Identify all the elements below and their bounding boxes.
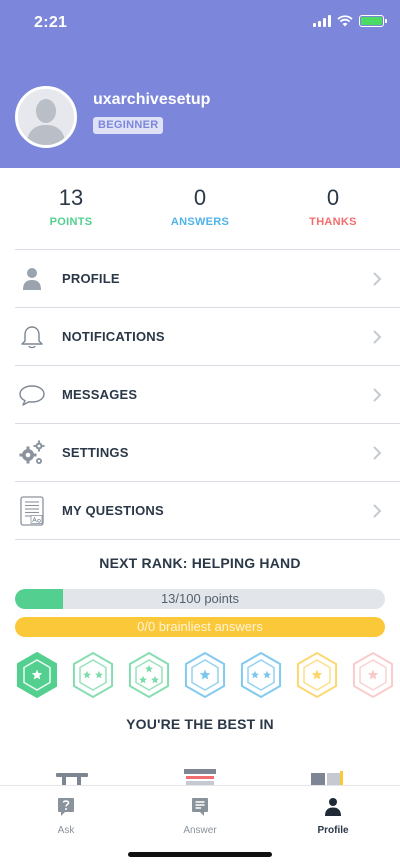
document-icon	[17, 496, 47, 526]
next-rank-title: NEXT RANK: HELPING HAND	[99, 555, 301, 571]
rank-badge-icon[interactable]	[127, 650, 171, 700]
profile-header: 2:21 uxarchivesetup BEGINNER	[0, 0, 400, 168]
tab-answer[interactable]: Answer	[155, 796, 245, 836]
chevron-right-icon	[373, 446, 382, 460]
profile-menu: PROFILE NOTIFICATIONS MESSAGES SETTINGS …	[15, 249, 400, 540]
best-in-subjects	[0, 765, 400, 787]
chevron-right-icon	[373, 388, 382, 402]
chevron-right-icon	[373, 272, 382, 286]
rank-badge: BEGINNER	[93, 117, 164, 134]
stat-answers[interactable]: 0 ANSWERS	[140, 185, 260, 228]
tab-label: Ask	[57, 825, 75, 836]
tab-label: Profile	[317, 825, 349, 836]
stat-points[interactable]: 13 POINTS	[11, 185, 131, 228]
brainliest-progress-text: 0/0 brainliest answers	[137, 619, 263, 634]
menu-item-profile[interactable]: PROFILE	[15, 249, 400, 307]
chevron-right-icon	[373, 504, 382, 518]
chevron-right-icon	[373, 330, 382, 344]
rank-badge-icon[interactable]	[351, 650, 395, 700]
stat-answers-label: ANSWERS	[170, 216, 230, 228]
gears-icon	[17, 438, 47, 468]
menu-divider	[15, 539, 400, 540]
stat-points-label: POINTS	[49, 216, 93, 228]
stat-thanks[interactable]: 0 THANKS	[273, 185, 393, 228]
answer-icon	[155, 796, 245, 818]
rank-badge-icon[interactable]	[239, 650, 283, 700]
profile-icon	[288, 796, 378, 818]
stat-points-value: 13	[58, 185, 84, 210]
tab-ask[interactable]: Ask	[21, 796, 111, 836]
stat-thanks-value: 0	[326, 185, 340, 210]
bell-icon	[17, 322, 47, 352]
username: uxarchivesetup	[93, 91, 211, 108]
signal-icon	[313, 15, 331, 27]
person-icon	[17, 264, 47, 294]
battery-icon	[359, 15, 387, 27]
menu-item-label: SETTINGS	[62, 445, 129, 460]
stats-row: 13 POINTS 0 ANSWERS 0 THANKS	[0, 185, 400, 245]
menu-item-my-questions[interactable]: MY QUESTIONS	[15, 481, 400, 539]
menu-item-label: MY QUESTIONS	[62, 503, 164, 518]
rank-badges	[15, 650, 400, 702]
menu-item-notifications[interactable]: NOTIFICATIONS	[15, 307, 400, 365]
menu-item-label: NOTIFICATIONS	[62, 329, 165, 344]
home-indicator	[128, 852, 272, 857]
brainliest-progress-bar: 0/0 brainliest answers	[15, 617, 385, 637]
speech-bubble-icon	[17, 380, 47, 410]
avatar-placeholder-icon	[18, 89, 74, 145]
tab-label: Answer	[183, 825, 217, 836]
rank-badge-icon[interactable]	[71, 650, 115, 700]
stat-answers-value: 0	[193, 185, 207, 210]
wifi-icon	[337, 15, 353, 27]
menu-item-label: MESSAGES	[62, 387, 138, 402]
menu-item-settings[interactable]: SETTINGS	[15, 423, 400, 481]
status-bar: 2:21	[0, 0, 400, 46]
best-in-title: YOU'RE THE BEST IN	[126, 716, 274, 732]
rank-badge-icon[interactable]	[295, 650, 339, 700]
status-time: 2:21	[34, 14, 68, 31]
tab-profile[interactable]: Profile	[288, 796, 378, 836]
status-icons	[313, 15, 387, 27]
avatar[interactable]	[15, 86, 77, 148]
rank-badge-icon[interactable]	[183, 650, 227, 700]
menu-item-label: PROFILE	[62, 271, 120, 286]
points-progress-text: 13/100 points	[160, 591, 240, 606]
stat-thanks-label: THANKS	[309, 216, 357, 228]
menu-item-messages[interactable]: MESSAGES	[15, 365, 400, 423]
points-progress-bar: 13/100 points	[15, 589, 385, 609]
rank-badge-icon[interactable]	[15, 650, 59, 700]
ask-question-icon	[21, 796, 111, 818]
